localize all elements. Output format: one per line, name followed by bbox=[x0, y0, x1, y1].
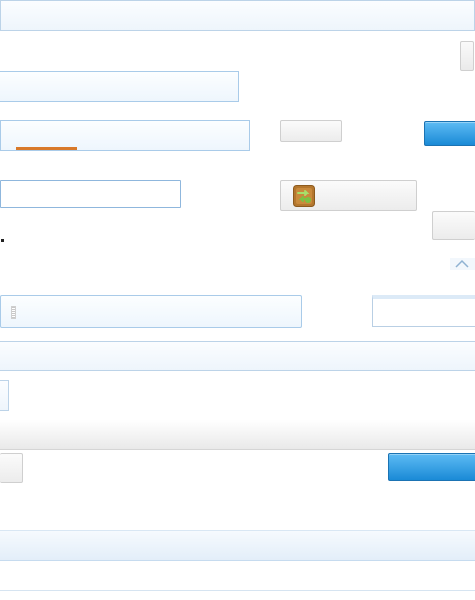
app-button[interactable] bbox=[280, 180, 417, 211]
secondary-button[interactable] bbox=[280, 120, 342, 142]
grey-band bbox=[0, 420, 475, 450]
scroll-handle[interactable] bbox=[460, 41, 474, 71]
small-left-button[interactable] bbox=[0, 453, 23, 483]
chevron-up-icon[interactable] bbox=[450, 258, 475, 270]
cursor-mark bbox=[1, 239, 4, 242]
primary-button-2[interactable] bbox=[388, 453, 475, 481]
text-field-1[interactable] bbox=[0, 71, 239, 102]
grip-icon[interactable] bbox=[11, 306, 16, 319]
section-bar-2 bbox=[0, 530, 475, 561]
side-button[interactable] bbox=[432, 211, 475, 240]
left-tab[interactable] bbox=[0, 380, 9, 411]
active-indicator bbox=[16, 147, 77, 150]
top-bar bbox=[0, 0, 475, 31]
bottom-divider bbox=[0, 590, 475, 591]
section-bar-1 bbox=[0, 341, 475, 371]
transfer-icon bbox=[293, 185, 315, 207]
grip-field[interactable] bbox=[0, 295, 302, 328]
input-field[interactable] bbox=[0, 180, 181, 208]
side-panel[interactable] bbox=[372, 295, 475, 327]
primary-button[interactable] bbox=[424, 121, 475, 146]
